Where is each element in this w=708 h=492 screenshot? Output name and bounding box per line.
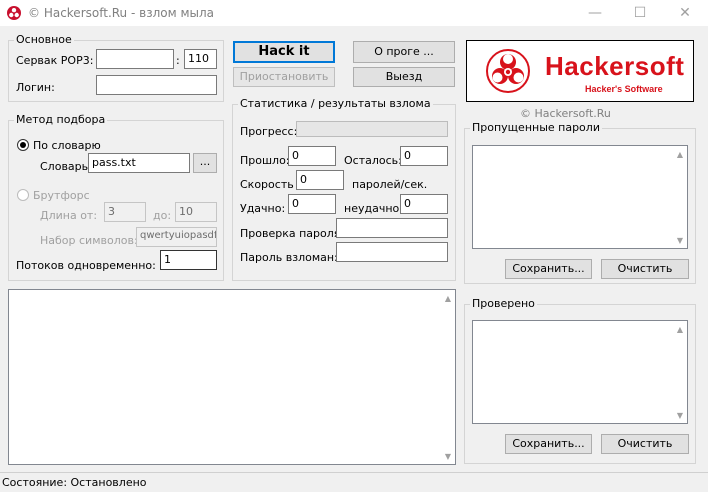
scroll-up-arrow[interactable]: ▲ [677,325,683,334]
status-text: Состояние: Остановлено [2,476,147,489]
skipped-clear-button[interactable]: Очистить [601,259,689,279]
log-area[interactable]: ▲ ▼ [8,289,456,465]
threads-label: Потоков одновременно: [16,259,156,272]
port-input[interactable]: 110 [184,49,217,69]
minimize-button[interactable]: — [572,0,618,26]
charset-input[interactable]: qwertyuiopasdfg [136,227,217,247]
len-from-label: Длина от: [40,209,98,222]
check-password-value [336,218,448,238]
basic-group-label: Основное [14,33,74,46]
check-password-label: Проверка пароля: [240,227,345,240]
brute-radio[interactable] [17,189,29,201]
elapsed-value: 0 [288,146,336,166]
charset-label: Набор символов: [40,234,138,247]
threads-input[interactable]: 1 [160,250,217,270]
elapsed-label: Прошло: [240,154,290,167]
logo-banner: Hackersoft Hacker's Software [466,40,694,102]
biohazard-app-icon [7,6,21,20]
dict-radio[interactable] [17,139,29,151]
logo-brand: Hackersoft [545,51,685,81]
scroll-up-arrow[interactable]: ▲ [677,150,683,159]
scroll-down-arrow[interactable]: ▼ [677,411,683,420]
biohazard-logo-icon [486,49,530,93]
server-label: Сервак POP3: [16,54,94,67]
speed-unit: паролей/сек. [352,178,428,191]
title-bar: © Hackersoft.Ru - взлом мыла — ☐ ✕ [0,0,708,26]
len-to-label: до: [153,209,172,222]
pause-button[interactable]: Приостановить [233,67,335,87]
dict-file-input[interactable]: pass.txt [88,153,190,173]
skipped-list[interactable]: ▲ ▼ [472,145,688,249]
success-label: Удачно: [240,202,286,215]
checked-list[interactable]: ▲ ▼ [472,320,688,424]
len-from-input[interactable]: 3 [104,202,146,222]
remaining-label: Осталось: [344,154,402,167]
exit-button[interactable]: Выезд [353,67,455,87]
logo-tagline: Hacker's Software [585,84,663,94]
window-title: © Hackersoft.Ru - взлом мыла [28,6,214,20]
skipped-save-button[interactable]: Сохранить... [505,259,592,279]
scroll-down-arrow[interactable]: ▼ [677,236,683,245]
login-input[interactable] [96,75,217,95]
fail-value: 0 [400,194,448,214]
browse-button[interactable]: ... [193,153,217,173]
copyright-text: © Hackersoft.Ru [520,107,611,120]
port-separator: : [176,54,180,67]
success-value: 0 [288,194,336,214]
scroll-down-arrow[interactable]: ▼ [445,452,451,461]
method-group-label: Метод подбора [14,113,108,126]
checked-save-button[interactable]: Сохранить... [505,434,592,454]
cracked-password-value [336,242,448,262]
hack-button[interactable]: Hack it [233,41,335,63]
checked-clear-button[interactable]: Очистить [601,434,689,454]
close-button[interactable]: ✕ [662,0,708,26]
speed-label: Скорость [240,178,294,191]
remaining-value: 0 [400,146,448,166]
brute-radio-label[interactable]: Брутфорс [33,189,90,202]
scroll-up-arrow[interactable]: ▲ [445,294,451,303]
login-label: Логин: [16,81,55,94]
dict-radio-label[interactable]: По словарю [33,139,101,152]
cracked-password-label: Пароль взломан: [240,251,338,264]
dict-file-label: Словарь: [40,160,92,173]
speed-value: 0 [296,170,344,190]
skipped-group-label: Пропущенные пароли [470,121,602,134]
progress-label: Прогресс: [240,125,298,138]
maximize-button[interactable]: ☐ [617,0,663,26]
progress-bar [296,121,448,137]
checked-group-label: Проверено [470,297,537,310]
stats-group-label: Статистика / результаты взлома [238,97,433,110]
fail-label: неудачно: [344,202,403,215]
about-button[interactable]: О проге ... [353,41,455,63]
status-bar: Состояние: Остановлено [0,472,708,492]
server-input[interactable] [96,49,174,69]
len-to-input[interactable]: 10 [175,202,217,222]
